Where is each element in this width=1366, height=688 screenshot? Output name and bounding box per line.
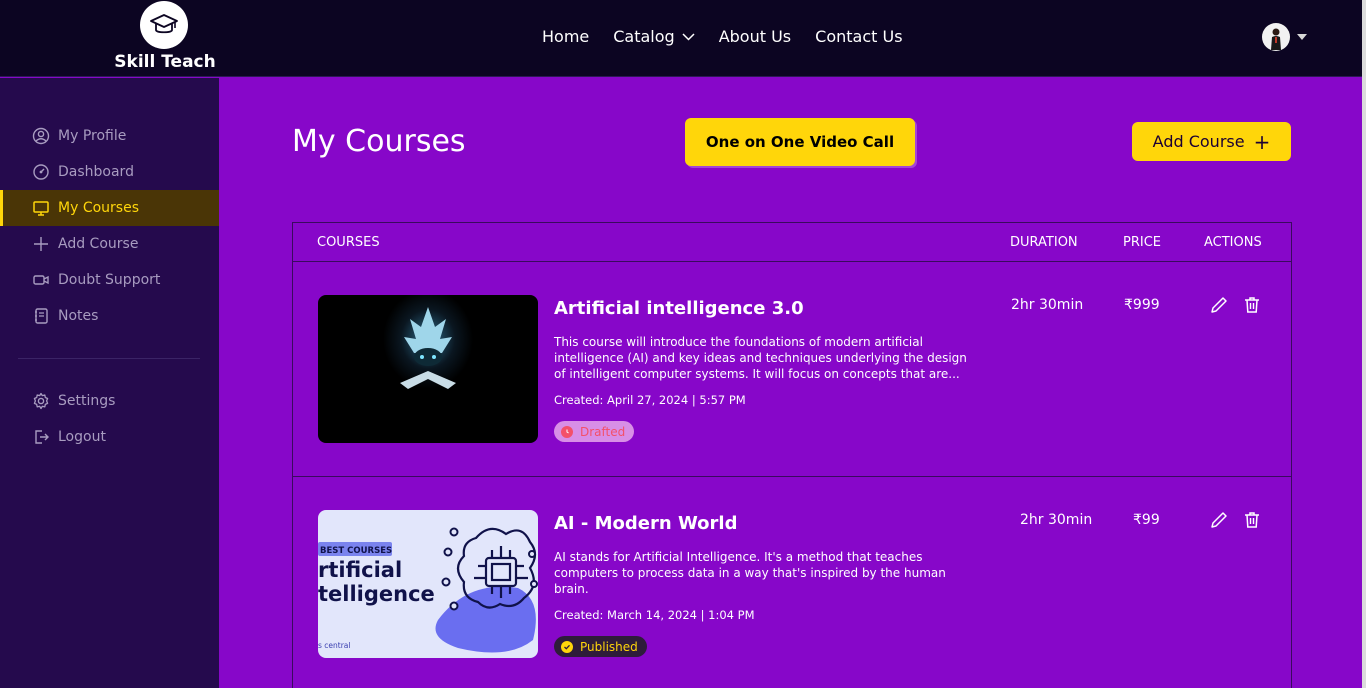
nav-contact-us[interactable]: Contact Us [815, 27, 902, 46]
course-duration: 2hr 30min [1020, 512, 1093, 528]
top-navbar: Skill Teach Home Catalog About Us Contac… [0, 0, 1366, 77]
plus-icon [32, 235, 50, 253]
status-badge: Drafted [554, 421, 635, 442]
gauge-icon [32, 163, 50, 181]
trash-icon[interactable] [1242, 295, 1262, 315]
sidebar-item-doubt-support[interactable]: Doubt Support [0, 262, 219, 298]
brand-logo[interactable]: Skill Teach [112, 0, 218, 77]
course-description: This course will introduce the foundatio… [554, 335, 967, 381]
nav-catalog[interactable]: Catalog [613, 27, 695, 46]
trash-icon[interactable] [1242, 510, 1262, 530]
course-created-date: Created: April 27, 2024 | 5:57 PM [554, 393, 746, 407]
status-badge: Published [554, 636, 647, 657]
course-price: ₹99 [1133, 512, 1160, 528]
sidebar-item-label: My Profile [58, 128, 127, 144]
avatar[interactable] [1262, 23, 1290, 51]
header-duration: DURATION [1010, 235, 1078, 250]
table-row: BEST COURSES rtificial telligence s cent… [293, 477, 1291, 688]
thumb-tag: BEST COURSES [320, 546, 392, 556]
nav-home[interactable]: Home [542, 27, 589, 46]
table-row: Artificial intelligence 3.0 This course … [293, 262, 1291, 477]
video-icon [32, 271, 50, 289]
sidebar-item-label: Settings [58, 393, 116, 409]
nav-contact-label: Contact Us [815, 27, 903, 46]
thumb-line1: rtificial [318, 558, 402, 582]
nav-about-us[interactable]: About Us [719, 27, 791, 46]
nav-about-label: About Us [718, 27, 792, 46]
table-header: COURSES DURATION PRICE ACTIONS [293, 223, 1291, 262]
user-circle-icon [32, 127, 50, 145]
sidebar-item-my-profile[interactable]: My Profile [0, 118, 219, 154]
sidebar-item-label: Logout [58, 429, 106, 445]
gear-icon [32, 392, 50, 410]
sidebar-item-label: Doubt Support [58, 272, 161, 288]
caret-down-icon[interactable] [1297, 34, 1307, 40]
courses-table: COURSES DURATION PRICE ACTIONS Artificia… [292, 222, 1292, 688]
check-circle-icon [561, 640, 573, 653]
course-duration: 2hr 30min [1011, 297, 1084, 313]
course-created-date: Created: March 14, 2024 | 1:04 PM [554, 608, 755, 622]
sidebar-item-label: Dashboard [58, 164, 134, 180]
thumb-line2: telligence [318, 582, 435, 606]
header-courses: COURSES [317, 235, 380, 250]
nav-catalog-label: Catalog [613, 27, 675, 46]
graduation-cap-icon [140, 1, 188, 49]
monitor-icon [32, 199, 50, 217]
sidebar-item-dashboard[interactable]: Dashboard [0, 154, 219, 190]
page-title: My Courses [292, 124, 466, 159]
add-course-button[interactable]: Add Course + [1132, 122, 1291, 161]
sidebar-item-logout[interactable]: Logout [0, 419, 219, 455]
course-thumbnail[interactable] [318, 295, 538, 443]
video-call-button[interactable]: One on One Video Call [685, 118, 915, 166]
course-thumbnail[interactable]: BEST COURSES rtificial telligence s cent… [318, 510, 538, 658]
notebook-icon [32, 307, 50, 325]
sidebar-item-label: My Courses [58, 200, 139, 216]
nav-home-label: Home [542, 27, 590, 46]
edit-icon[interactable] [1209, 295, 1229, 315]
sidebar-divider [18, 358, 200, 359]
brand-name: Skill Teach [114, 52, 216, 72]
sidebar-item-settings[interactable]: Settings [0, 383, 219, 419]
header-price: PRICE [1123, 235, 1161, 250]
sidebar-item-my-courses[interactable]: My Courses [0, 190, 219, 226]
status-label: Drafted [580, 424, 626, 439]
add-course-label: Add Course [1152, 132, 1245, 151]
course-title[interactable]: AI - Modern World [554, 513, 737, 534]
course-description: AI stands for Artificial Intelligence. I… [554, 550, 946, 596]
main-nav: Home Catalog About Us Contact Us [542, 27, 927, 46]
sidebar-item-label: Add Course [58, 236, 139, 252]
course-price: ₹999 [1124, 297, 1160, 313]
chevron-down-icon [682, 32, 695, 41]
edit-icon[interactable] [1209, 510, 1229, 530]
status-label: Published [580, 639, 638, 654]
user-menu[interactable] [1262, 23, 1307, 51]
course-title[interactable]: Artificial intelligence 3.0 [554, 298, 804, 319]
sidebar-item-notes[interactable]: Notes [0, 298, 219, 334]
header-actions: ACTIONS [1204, 235, 1262, 250]
plus-icon: + [1253, 129, 1271, 154]
sidebar: My Profile Dashboard My Courses Add Cour… [0, 78, 219, 688]
clock-icon [561, 425, 573, 438]
scrollbar[interactable] [1362, 0, 1366, 688]
sidebar-item-label: Notes [58, 308, 99, 324]
thumb-footer: s central [318, 641, 351, 650]
sidebar-item-add-course[interactable]: Add Course [0, 226, 219, 262]
logout-icon [32, 428, 50, 446]
